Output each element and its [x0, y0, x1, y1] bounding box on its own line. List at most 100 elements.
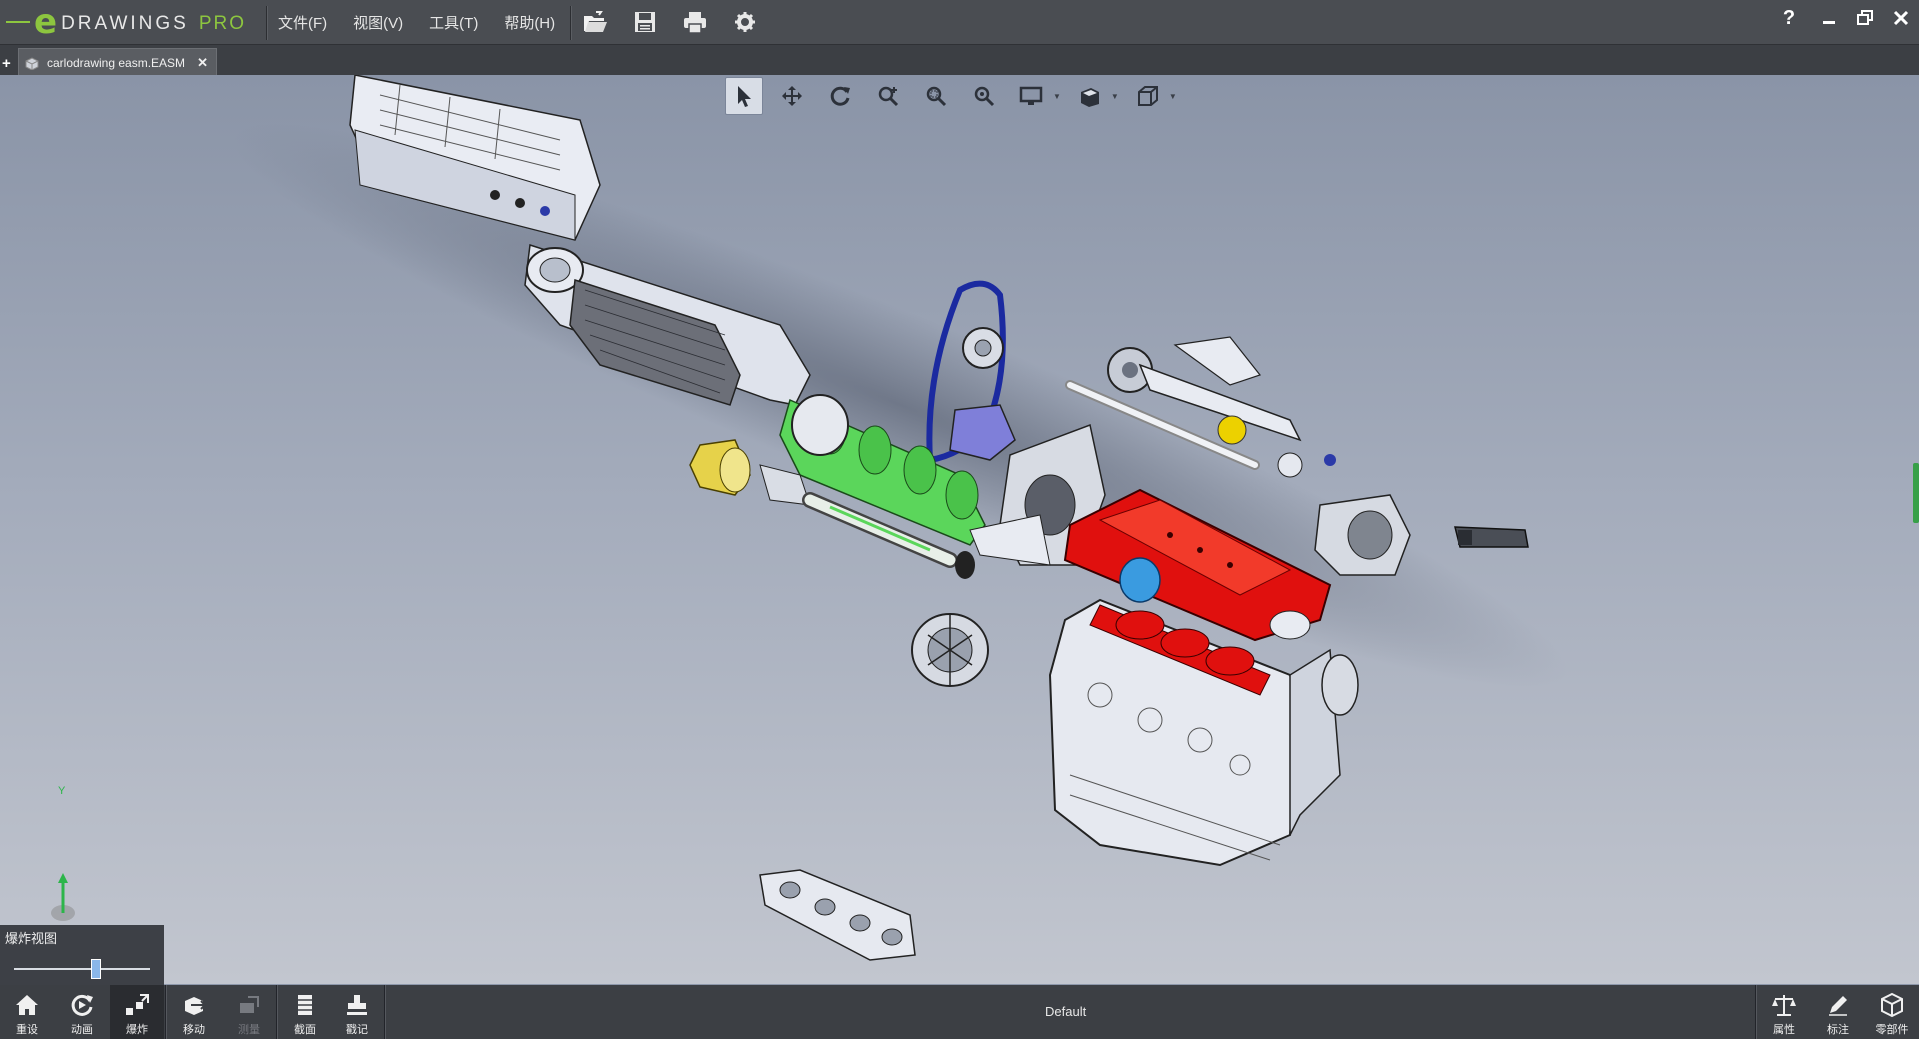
spark-plug-part[interactable]: [1454, 526, 1529, 548]
pan-arrows-icon: [782, 86, 802, 106]
components-icon: [1881, 992, 1903, 1018]
menu-tools[interactable]: 工具(T): [429, 12, 478, 33]
restore-icon: [1857, 10, 1873, 25]
3d-viewport[interactable]: Y ▼ ▼ ▼: [0, 75, 1919, 984]
animate-button[interactable]: 动画: [55, 985, 109, 1039]
title-separator: [570, 6, 572, 40]
shaded-box-icon: [1080, 88, 1099, 107]
bottom-toolbar: 重设 动画 爆炸 移动 测量 截面 戳记 Default 属性 标注 零部件: [0, 985, 1919, 1039]
document-tab[interactable]: carlodrawing easm.EASM ✕: [18, 48, 217, 76]
components-button[interactable]: 零部件: [1865, 985, 1919, 1039]
close-window-button[interactable]: [1883, 0, 1919, 36]
zoom-button[interactable]: [965, 77, 1003, 115]
move-icon: [185, 997, 207, 1015]
stamp-label: 戳记: [346, 1024, 368, 1036]
select-tool-button[interactable]: [725, 77, 763, 115]
zoom-to-area-button[interactable]: [917, 77, 955, 115]
settings-gear-icon[interactable]: [730, 6, 760, 38]
zoom-magnifier-icon: [974, 86, 995, 107]
configuration-name[interactable]: Default: [1045, 1004, 1086, 1019]
rotate-icon: [830, 86, 850, 106]
monitor-icon: [1019, 86, 1043, 105]
save-icon[interactable]: [630, 6, 660, 38]
reset-button[interactable]: 重设: [0, 985, 54, 1039]
chevron-down-icon[interactable]: ▼: [1111, 92, 1119, 101]
rotate-tool-button[interactable]: [821, 77, 859, 115]
assembly-file-icon: [25, 56, 39, 70]
explode-slider-thumb[interactable]: [90, 959, 101, 979]
alternator-part[interactable]: [911, 613, 989, 687]
logo-e-mark: e: [34, 2, 58, 42]
measure-button[interactable]: 测量: [222, 985, 276, 1039]
new-tab-button[interactable]: +: [2, 55, 11, 72]
chevron-down-icon[interactable]: ▼: [1053, 92, 1061, 101]
exploded-engine-model[interactable]: [0, 75, 1919, 984]
document-tab-bar: + carlodrawing easm.EASM ✕: [0, 45, 1919, 76]
section-icon: [298, 995, 312, 1015]
explode-slider-track[interactable]: [14, 968, 150, 970]
exhaust-gasket-part[interactable]: [759, 869, 916, 961]
measure-icon: [240, 996, 259, 1013]
explode-button[interactable]: 爆炸: [110, 985, 164, 1039]
stamp-button[interactable]: 戳记: [330, 985, 384, 1039]
display-style-button[interactable]: [1013, 77, 1051, 115]
section-button[interactable]: 截面: [278, 985, 332, 1039]
title-separator: [266, 6, 268, 40]
scroll-indicator[interactable]: [1913, 463, 1919, 523]
open-folder-icon[interactable]: [580, 6, 610, 38]
reset-label: 重设: [16, 1024, 38, 1036]
move-button[interactable]: 移动: [167, 985, 221, 1039]
help-icon: ?: [1782, 6, 1796, 29]
title-bar: e DRAWINGS PRO 文件(F) 视图(V) 工具(T) 帮助(H) ?: [0, 0, 1919, 45]
markup-button[interactable]: 标注: [1811, 985, 1865, 1039]
zoom-to-fit-icon: [878, 86, 899, 107]
explode-label: 爆炸: [126, 1024, 148, 1036]
menu-file[interactable]: 文件(F): [278, 12, 327, 33]
menu-help[interactable]: 帮助(H): [504, 12, 555, 33]
minimize-button[interactable]: [1811, 0, 1847, 36]
axis-triad: [51, 873, 75, 921]
animate-icon: [71, 994, 93, 1016]
shaded-view-button[interactable]: [1071, 77, 1109, 115]
distributor-part[interactable]: [1314, 494, 1411, 576]
chevron-down-icon[interactable]: ▼: [1169, 92, 1177, 101]
zoom-to-area-icon: [926, 86, 947, 107]
explode-icon: [126, 994, 149, 1015]
print-icon[interactable]: [680, 6, 710, 38]
menu-view[interactable]: 视图(V): [353, 12, 403, 33]
logo-text: DRAWINGS: [61, 13, 189, 34]
restore-button[interactable]: [1847, 0, 1883, 36]
y-axis-label: Y: [58, 785, 66, 797]
properties-label: 属性: [1773, 1024, 1795, 1036]
close-tab-icon[interactable]: ✕: [197, 55, 208, 71]
home-icon: [16, 995, 38, 1015]
toolbar-separator: [384, 985, 386, 1039]
document-tab-label: carlodrawing easm.EASM: [47, 55, 186, 70]
stamp-icon: [347, 995, 367, 1015]
close-icon: [1893, 10, 1909, 26]
cube-view-icon: [1137, 86, 1158, 106]
animate-label: 动画: [71, 1024, 93, 1036]
heads-up-toolbar: ▼ ▼ ▼: [725, 77, 1177, 115]
section-label: 截面: [294, 1024, 316, 1036]
view-orientation-button[interactable]: [1129, 77, 1167, 115]
components-label: 零部件: [1875, 1024, 1909, 1036]
quick-toolbar: [580, 6, 760, 38]
explode-panel-title: 爆炸视图: [5, 931, 58, 946]
explode-view-panel: 爆炸视图: [0, 925, 164, 985]
cursor-arrow-icon: [738, 86, 751, 107]
logo-pro-text: PRO: [198, 13, 247, 34]
markup-pencil-icon: [1829, 996, 1847, 1016]
properties-scale-icon: [1772, 995, 1796, 1016]
minimize-icon: [1823, 21, 1835, 24]
menu-bar: 文件(F) 视图(V) 工具(T) 帮助(H): [278, 0, 581, 44]
measure-label: 测量: [238, 1024, 260, 1036]
zoom-to-fit-button[interactable]: [869, 77, 907, 115]
edrawings-logo: e DRAWINGS PRO: [6, 2, 247, 42]
markup-label: 标注: [1827, 1024, 1849, 1036]
pan-tool-button[interactable]: [773, 77, 811, 115]
window-controls: ?: [1767, 0, 1919, 36]
properties-button[interactable]: 属性: [1757, 985, 1811, 1039]
move-label: 移动: [183, 1024, 205, 1036]
help-button[interactable]: ?: [1767, 0, 1811, 36]
